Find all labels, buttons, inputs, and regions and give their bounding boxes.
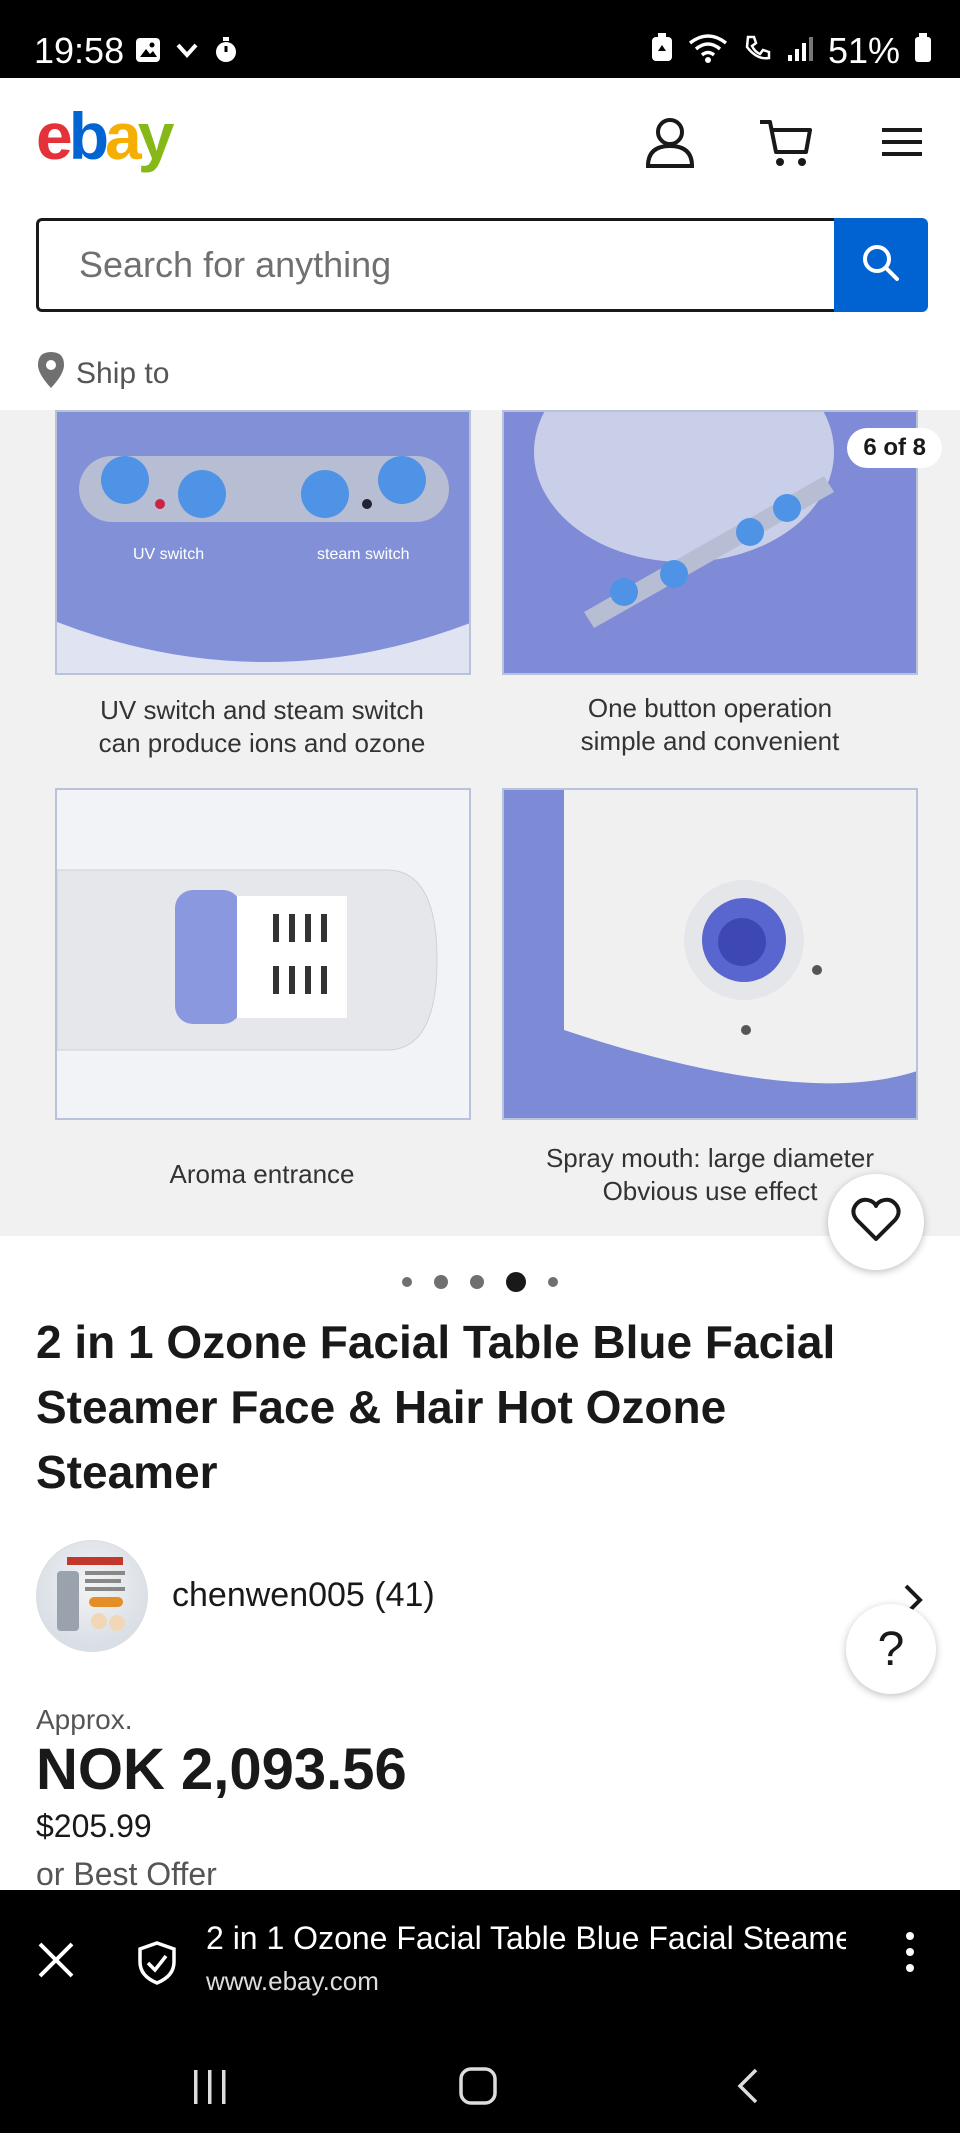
gallery-caption-2: One button operation simple and convenie… xyxy=(500,692,920,758)
back-icon[interactable] xyxy=(734,2066,762,2111)
price-local: NOK 2,093.56 xyxy=(36,1737,407,1802)
search-input[interactable]: Search for anything xyxy=(36,218,834,312)
home-icon[interactable] xyxy=(458,2066,498,2111)
ebay-logo[interactable]: ebay xyxy=(36,98,175,174)
battery-icon xyxy=(914,30,932,72)
caption-2-line-2: simple and convenient xyxy=(580,726,840,756)
more-options-icon[interactable] xyxy=(904,1930,916,1985)
caption-1-line-2: can produce ions and ozone xyxy=(98,728,426,758)
gallery-caption-3: Aroma entrance xyxy=(52,1158,472,1191)
pagination-dot[interactable] xyxy=(470,1275,484,1289)
shield-check-icon[interactable] xyxy=(136,1940,178,1991)
status-bar: 19:58 51% xyxy=(0,0,960,78)
browser-page-url: www.ebay.com xyxy=(206,1966,379,1996)
recent-apps-icon[interactable] xyxy=(190,2068,230,2111)
search-icon xyxy=(859,241,903,290)
location-pin-icon xyxy=(36,350,66,398)
ship-to[interactable]: Ship to xyxy=(36,350,169,398)
image-counter-badge: 6 of 8 xyxy=(847,428,942,468)
status-right: 51% xyxy=(650,30,932,72)
search-bar: Search for anything xyxy=(36,218,928,312)
approx-label: Approx. xyxy=(36,1704,133,1735)
gallery-caption-1: UV switch and steam switch can produce i… xyxy=(52,694,472,760)
gallery-panel-spray-mouth xyxy=(502,788,918,1120)
search-button[interactable] xyxy=(834,218,928,312)
question-mark-icon: ? xyxy=(877,1622,905,1676)
signal-icon xyxy=(786,30,814,72)
seller-name[interactable]: chenwen005 (41) xyxy=(172,1576,435,1615)
status-left-icons xyxy=(134,36,240,69)
steam-switch-label: steam switch xyxy=(317,546,410,563)
download-notification-icon xyxy=(174,37,200,68)
best-offer-text: or Best Offer xyxy=(36,1856,217,1892)
cart-icon[interactable] xyxy=(756,112,816,172)
battery-level: 51% xyxy=(827,30,900,71)
ship-to-label: Ship to xyxy=(76,357,170,390)
logo-letter-e: e xyxy=(36,99,73,173)
pagination-dot-active[interactable] xyxy=(506,1272,526,1292)
gallery-panel-aroma xyxy=(55,788,471,1120)
heart-icon xyxy=(851,1197,901,1248)
help-button[interactable]: ? xyxy=(846,1604,936,1694)
pagination-dot[interactable] xyxy=(402,1277,412,1287)
menu-icon[interactable] xyxy=(872,112,932,172)
status-time: 19:58 xyxy=(34,30,125,71)
gallery-notification-icon xyxy=(134,36,162,69)
price-usd: $205.99 xyxy=(36,1808,152,1844)
pagination-dot[interactable] xyxy=(434,1275,448,1289)
product-image-gallery[interactable]: UV switch steam switch UV switch and ste… xyxy=(0,410,960,1236)
system-nav-bar xyxy=(0,2040,960,2133)
gallery-panel-uv-switch: UV switch steam switch xyxy=(55,410,471,675)
seller-avatar xyxy=(36,1540,148,1652)
logo-letter-a: a xyxy=(105,99,142,173)
battery-saver-icon xyxy=(650,30,674,72)
logo-letter-y: y xyxy=(137,99,175,173)
watch-button[interactable] xyxy=(828,1174,924,1270)
browser-bottom-bar: 2 in 1 Ozone Facial Table Blue Facial St… xyxy=(0,1890,960,2040)
caption-3-line-1: Aroma entrance xyxy=(169,1159,355,1189)
pagination-dot[interactable] xyxy=(548,1277,558,1287)
account-icon[interactable] xyxy=(640,112,700,172)
seller-row[interactable]: chenwen005 (41) xyxy=(36,1540,926,1652)
site-header: ebay xyxy=(0,78,960,208)
call-icon xyxy=(742,30,772,72)
wifi-icon xyxy=(688,30,728,72)
caption-4-line-1: Spray mouth: large diameter xyxy=(545,1143,875,1173)
caption-1-line-1: UV switch and steam switch xyxy=(100,695,424,725)
product-title: 2 in 1 Ozone Facial Table Blue Facial St… xyxy=(36,1316,836,1498)
timer-notification-icon xyxy=(212,36,240,69)
close-icon[interactable] xyxy=(36,1940,76,1985)
caption-2-line-1: One button operation xyxy=(587,693,833,723)
uv-switch-label: UV switch xyxy=(133,546,205,563)
browser-page-title: 2 in 1 Ozone Facial Table Blue Facial St… xyxy=(206,1920,846,1956)
logo-letter-b: b xyxy=(68,99,109,173)
gallery-pagination-dots xyxy=(0,1272,960,1292)
